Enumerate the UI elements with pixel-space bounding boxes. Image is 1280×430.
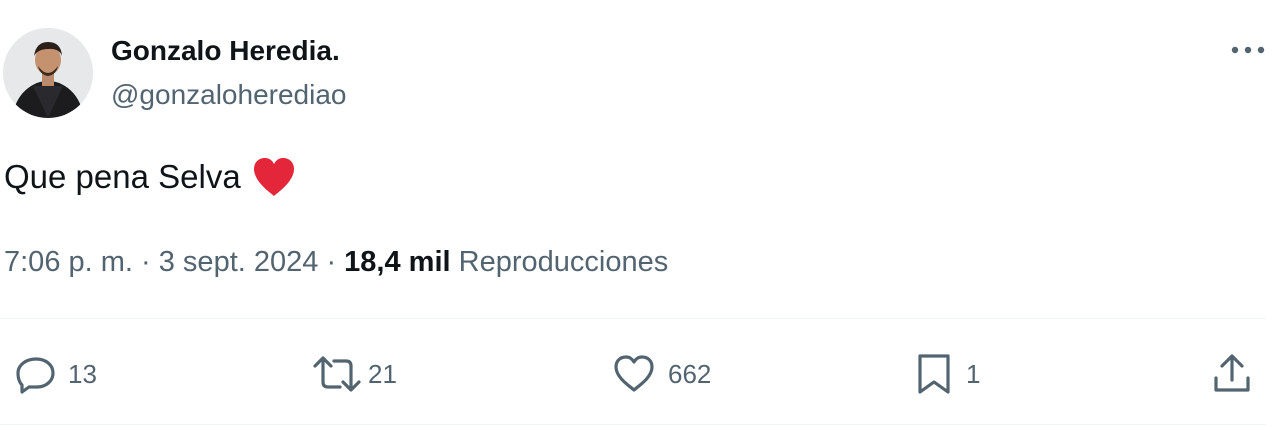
- more-options-button[interactable]: [1228, 36, 1268, 64]
- user-handle[interactable]: @gonzaloherediao: [111, 77, 346, 113]
- tweet-date[interactable]: 3 sept. 2024: [159, 246, 319, 278]
- views-label: Reproducciones: [458, 246, 669, 278]
- tweet-text-body: Que pena Selva: [4, 158, 241, 195]
- meta-separator: ·: [141, 246, 159, 278]
- share-icon: [1214, 354, 1250, 392]
- share-button[interactable]: [1210, 346, 1254, 402]
- like-count: 662: [668, 359, 712, 389]
- tweet: Gonzalo Heredia. @gonzaloherediao Que pe…: [0, 0, 1280, 430]
- like-button[interactable]: 662: [612, 346, 711, 402]
- display-name[interactable]: Gonzalo Heredia.: [111, 33, 340, 69]
- tweet-text: Que pena Selva: [4, 156, 297, 198]
- action-bar: 13 21 662 1: [0, 346, 1280, 402]
- tweet-meta: 7:06 p. m. · 3 sept. 2024 · 18,4 mil Rep…: [4, 243, 668, 281]
- divider: [0, 424, 1266, 425]
- repost-icon: [313, 356, 361, 392]
- views-count: 18,4 mil: [344, 246, 451, 278]
- red-heart-icon: [251, 156, 297, 198]
- repost-count: 21: [368, 359, 397, 389]
- bookmark-count: 1: [966, 359, 981, 389]
- tweet-time[interactable]: 7:06 p. m.: [4, 246, 133, 278]
- more-dots-icon: [1231, 46, 1265, 54]
- reply-count: 13: [68, 359, 97, 389]
- bookmark-icon: [918, 354, 950, 394]
- avatar[interactable]: [3, 28, 93, 118]
- reply-button[interactable]: 13: [14, 346, 97, 402]
- repost-button[interactable]: 21: [312, 346, 397, 402]
- divider: [0, 318, 1266, 319]
- profile-photo-icon: [3, 28, 93, 118]
- heart-outline-icon: [614, 355, 654, 392]
- meta-separator: ·: [326, 246, 345, 278]
- reply-icon: [16, 357, 55, 394]
- bookmark-button[interactable]: 1: [914, 346, 980, 402]
